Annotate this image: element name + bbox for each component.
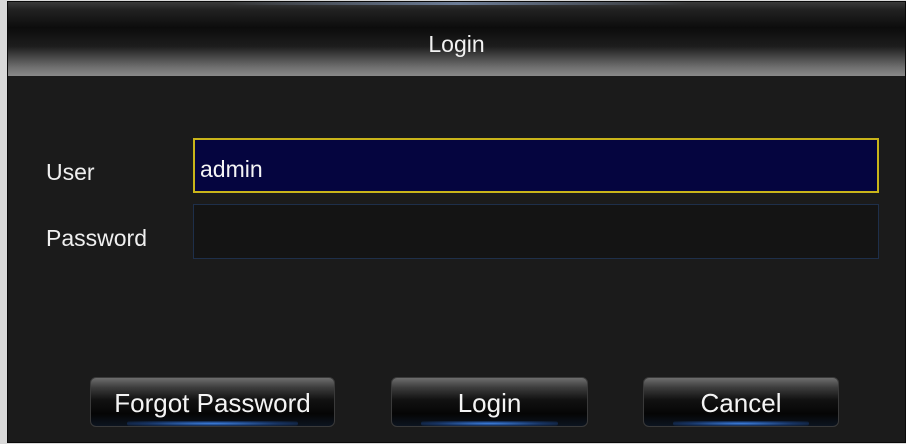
forgot-password-button-label: Forgot Password <box>114 388 311 418</box>
user-label: User <box>46 159 95 185</box>
button-glow <box>421 421 558 426</box>
title-bar: Login <box>8 2 905 76</box>
password-input[interactable] <box>193 204 879 259</box>
title-bar-highlight <box>228 2 688 5</box>
login-button-label: Login <box>457 388 522 418</box>
user-input[interactable]: admin <box>193 138 879 193</box>
login-dialog: Login User admin Password Forgot Passwor… <box>8 2 905 442</box>
forgot-password-button[interactable]: Forgot Password <box>90 377 335 427</box>
password-label: Password <box>46 225 147 251</box>
dialog-title: Login <box>428 31 485 57</box>
button-glow <box>127 421 298 426</box>
button-glow <box>673 421 809 426</box>
cancel-button-label: Cancel <box>700 388 782 418</box>
cancel-button[interactable]: Cancel <box>643 377 839 427</box>
login-button[interactable]: Login <box>391 377 588 427</box>
